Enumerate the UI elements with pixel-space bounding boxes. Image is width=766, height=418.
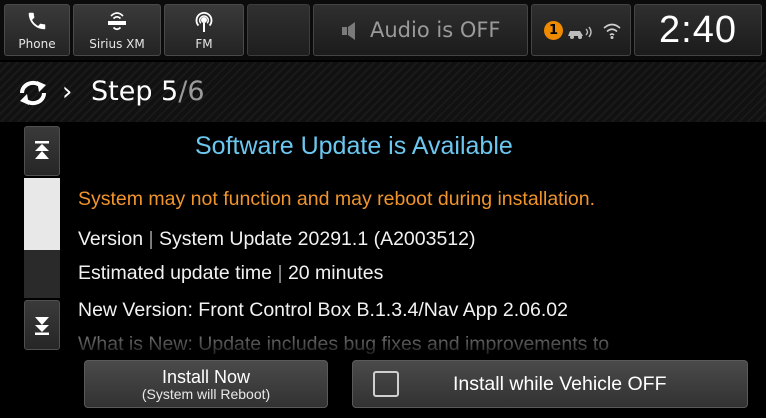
separator: | — [143, 228, 159, 250]
connected-car-icon — [568, 26, 592, 39]
phone-icon — [28, 12, 46, 30]
new-version-text: New Version: Front Control Box B.1.3.4/N… — [78, 299, 568, 321]
speaker-icon — [342, 22, 355, 40]
fm-radio-icon — [195, 12, 213, 32]
step-current: Step 5 — [91, 76, 179, 107]
wifi-icon — [603, 23, 621, 39]
siriusxm-icon — [108, 12, 126, 31]
chevron-right-icon: › — [62, 77, 73, 107]
status-indicators[interactable]: 1 — [531, 4, 631, 56]
source-slot-empty[interactable] — [247, 4, 310, 56]
refresh-icon[interactable] — [16, 79, 50, 107]
time-label: Estimated update time — [78, 262, 273, 284]
warning-text: System may not function and may reboot d… — [78, 188, 596, 210]
fm-label: FM — [195, 37, 213, 51]
phone-label: Phone — [18, 37, 56, 51]
install-off-label: Install while Vehicle OFF — [453, 373, 667, 395]
clock[interactable]: 2:40 — [634, 4, 762, 56]
time-value: 20 minutes — [287, 262, 384, 284]
version-value: System Update 20291.1 (A2003512) — [158, 228, 476, 250]
install-vehicle-off-button[interactable]: Install while Vehicle OFF — [352, 360, 748, 408]
version-row: Version | System Update 20291.1 (A200351… — [78, 228, 476, 251]
status-bar: Phone Sirius XM FM Audio is OFF 1 2:40 — [0, 0, 766, 60]
page-title: Software Update is Available — [195, 132, 513, 160]
separator: | — [272, 262, 288, 284]
install-now-button[interactable]: Install Now (System will Reboot) — [84, 360, 328, 408]
audio-status[interactable]: Audio is OFF — [313, 4, 528, 56]
siriusxm-label: Sirius XM — [89, 37, 145, 51]
notification-badge[interactable]: 1 — [544, 21, 563, 40]
time-row: Estimated update time | 20 minutes — [78, 262, 383, 285]
install-off-checkbox[interactable] — [373, 371, 399, 397]
double-chevron-down-icon — [35, 317, 49, 335]
version-label: Version — [78, 228, 144, 250]
scroll-up-button[interactable] — [24, 126, 60, 176]
scrollbar[interactable] — [24, 124, 60, 352]
siriusxm-button[interactable]: Sirius XM — [73, 4, 161, 56]
clock-time: 2:40 — [659, 8, 737, 51]
audio-status-text: Audio is OFF — [370, 18, 501, 42]
step-header: › Step 5/6 — [0, 62, 766, 122]
double-chevron-up-icon — [35, 141, 49, 159]
fm-button[interactable]: FM — [164, 4, 244, 56]
phone-button[interactable]: Phone — [4, 4, 70, 56]
install-now-sublabel: (System will Reboot) — [141, 385, 271, 402]
scroll-thumb[interactable] — [24, 178, 60, 250]
scroll-down-button[interactable] — [24, 300, 60, 350]
install-now-label: Install Now — [161, 366, 251, 387]
content-fade — [70, 338, 766, 358]
step-indicator: Step 5/6 — [91, 76, 205, 107]
step-total: /6 — [178, 76, 205, 107]
